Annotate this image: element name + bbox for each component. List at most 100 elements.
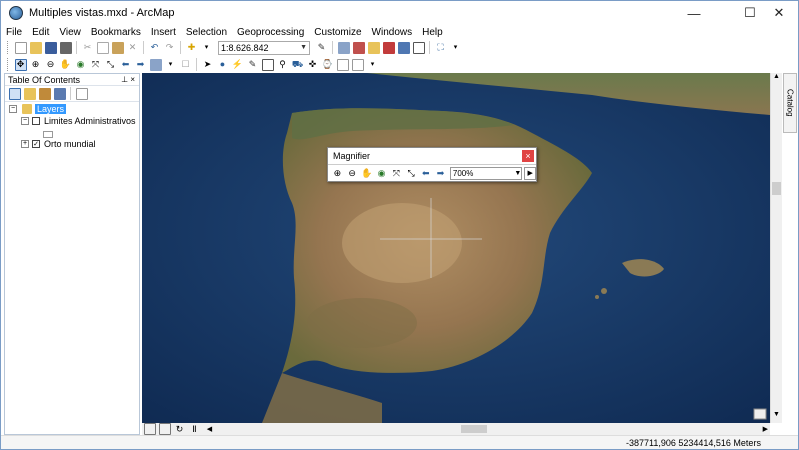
layer-label[interactable]: Orto mundial [44,139,96,149]
zoom-in-icon[interactable]: ⊕ [30,59,42,71]
fixed-zoom-in-icon[interactable]: ⤧ [90,59,102,71]
back-extent-icon[interactable]: ⬅ [120,59,132,71]
toolbar-grip[interactable] [7,58,10,71]
full-extent-icon[interactable]: ◉ [376,167,388,179]
toc-options-icon[interactable] [75,87,88,100]
editor-toolbar-icon[interactable]: ✎ [316,42,328,54]
catalog-side-tab[interactable]: Catalog [783,73,797,133]
arctoolbox-icon[interactable] [397,41,410,54]
layer-row-limites[interactable]: − Limites Administrativos [21,115,136,127]
magnifier-zoom-combobox[interactable]: 700% ▼ [449,166,523,180]
scroll-up-icon[interactable]: ▲ [771,73,782,85]
add-data-icon[interactable]: ✚ [186,42,198,54]
cut-icon[interactable]: ✂ [82,42,94,54]
new-document-icon[interactable] [14,41,27,54]
back-extent-icon[interactable]: ⬅ [420,167,432,179]
layer-row-orto[interactable]: + ✓ Orto mundial [21,138,96,150]
list-by-selection-icon[interactable] [53,87,66,100]
scroll-right-icon[interactable]: ▶ [763,425,768,433]
layout-view-icon[interactable] [351,58,364,71]
hyperlink-icon[interactable]: ⚡ [232,59,244,71]
map-tips-icon[interactable] [753,408,767,420]
paste-icon[interactable] [111,41,124,54]
search-window-icon[interactable] [382,41,395,54]
layers-group-row[interactable]: − Layers [9,103,67,115]
fixed-zoom-in-icon[interactable]: ⤧ [390,167,402,179]
fixed-zoom-out-icon[interactable]: ⤡ [405,167,417,179]
map-display[interactable] [142,73,770,423]
list-by-source-icon[interactable] [23,87,36,100]
collapse-icon[interactable]: − [9,105,17,113]
close-button[interactable]: ✕ [758,1,799,25]
time-slider-icon[interactable]: ⌚ [322,59,334,71]
clear-selection-icon[interactable]: ☐ [180,59,192,71]
print-icon[interactable] [59,41,72,54]
expand-icon[interactable]: + [21,140,29,148]
menu-customize[interactable]: Customize [309,27,366,38]
collapse-icon[interactable]: − [21,117,29,125]
toolbar-options-icon[interactable]: ▾ [450,42,462,54]
menu-help[interactable]: Help [417,27,448,38]
pause-drawing-icon[interactable]: Ⅱ [189,423,201,435]
map-vertical-scrollbar[interactable]: ▲ ▼ [770,73,782,423]
layer-visibility-checkbox[interactable] [32,117,40,125]
python-window-icon[interactable] [412,41,425,54]
measure-icon[interactable] [261,58,274,71]
data-view-icon[interactable] [143,423,156,435]
copy-icon[interactable] [96,41,109,54]
find-icon[interactable]: ⚲ [277,59,289,71]
layer-visibility-checkbox[interactable]: ✓ [32,140,40,148]
toolbar-options-icon[interactable]: ▾ [367,59,379,71]
delete-icon[interactable]: ✕ [127,42,139,54]
modelbuilder-icon[interactable]: ⛶ [435,42,447,54]
map-scale-combobox[interactable]: 1:8.626.842 ▼ [218,40,310,55]
menu-insert[interactable]: Insert [146,27,181,38]
magnifier-title-bar[interactable]: Magnifier [328,148,536,165]
save-icon[interactable] [44,41,57,54]
open-folder-icon[interactable] [29,41,42,54]
pan-icon[interactable]: ✋ [60,59,72,71]
list-by-drawing-order-icon[interactable] [8,87,21,100]
html-popup-icon[interactable]: ✎ [247,59,259,71]
identify-icon[interactable]: ● [217,59,229,71]
add-data-dropdown-icon[interactable]: ▾ [201,42,213,54]
zoom-out-icon[interactable]: ⊖ [45,59,57,71]
menu-bookmarks[interactable]: Bookmarks [86,27,146,38]
forward-extent-icon[interactable]: ➡ [135,59,147,71]
magnifier-options-button[interactable]: ▶ [524,166,537,180]
menu-geoprocessing[interactable]: Geoprocessing [232,27,309,38]
toc-pin-close-icon[interactable]: ⊥ × [121,75,135,84]
chevron-down-icon[interactable]: ▼ [514,170,521,177]
polygon-symbol-icon[interactable] [43,130,53,138]
layer-label[interactable]: Limites Administrativos [44,116,136,126]
go-to-xy-icon[interactable]: ✜ [307,59,319,71]
select-pointer-icon[interactable]: ➤ [202,59,214,71]
chevron-down-icon[interactable]: ▼ [300,44,309,51]
undo-icon[interactable]: ↶ [149,42,161,54]
menu-file[interactable]: File [1,27,27,38]
scroll-left-icon[interactable]: ◀ [204,423,216,435]
zoom-in-icon[interactable]: ⊕ [332,167,344,179]
catalog-window-icon[interactable] [367,41,380,54]
scroll-down-icon[interactable]: ▼ [771,411,782,423]
pan-icon[interactable]: ✋ [361,167,373,179]
create-viewer-window-icon[interactable] [336,58,349,71]
magnifier-close-button[interactable]: × [522,150,534,162]
full-extent-icon[interactable]: ◉ [75,59,87,71]
menu-view[interactable]: View [54,27,86,38]
select-features-dropdown-icon[interactable]: ▾ [165,59,177,71]
redo-icon[interactable]: ↷ [164,42,176,54]
magnifier-window[interactable]: Magnifier × ⊕ ⊖ ✋ ◉ ⤧ ⤡ ⬅ ➡ 700% ▼ ▶ [327,147,537,182]
menu-selection[interactable]: Selection [181,27,232,38]
select-features-icon[interactable] [149,58,162,71]
layout-view-icon[interactable] [158,423,171,435]
menu-windows[interactable]: Windows [367,27,418,38]
fixed-zoom-out-icon[interactable]: ⤡ [105,59,117,71]
horizontal-scroll-thumb[interactable] [461,425,487,433]
menu-edit[interactable]: Edit [27,27,54,38]
editor-icon[interactable] [337,41,350,54]
toolbar-grip[interactable] [7,41,10,54]
list-by-visibility-icon[interactable] [38,87,51,100]
vertical-scroll-thumb[interactable] [772,182,781,195]
zoom-out-icon[interactable]: ⊖ [346,167,358,179]
